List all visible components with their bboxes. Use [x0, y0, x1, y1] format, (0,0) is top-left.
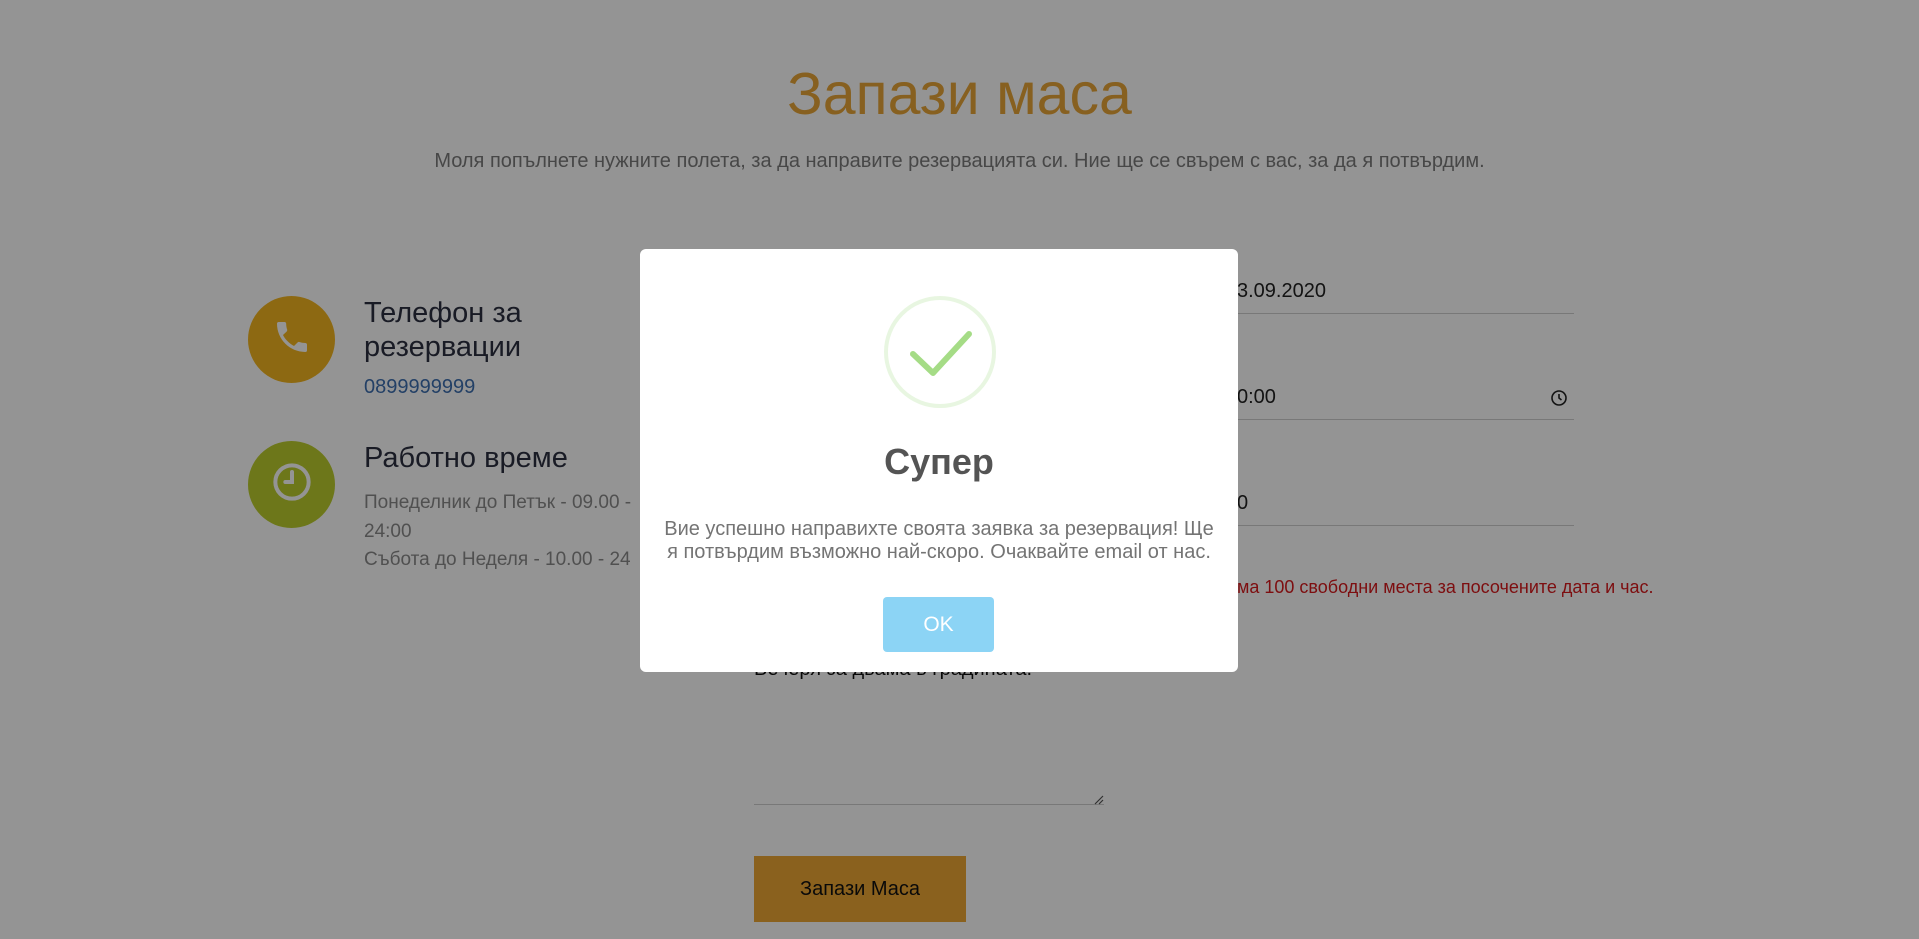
dialog-message: Вие успешно направихте своята заявка за … [664, 518, 1214, 563]
success-dialog: Супер Вие успешно направихте своята заяв… [640, 249, 1238, 672]
dialog-title: Супер [884, 441, 994, 482]
success-check-icon [884, 296, 996, 408]
ok-button[interactable]: OK [883, 597, 994, 652]
